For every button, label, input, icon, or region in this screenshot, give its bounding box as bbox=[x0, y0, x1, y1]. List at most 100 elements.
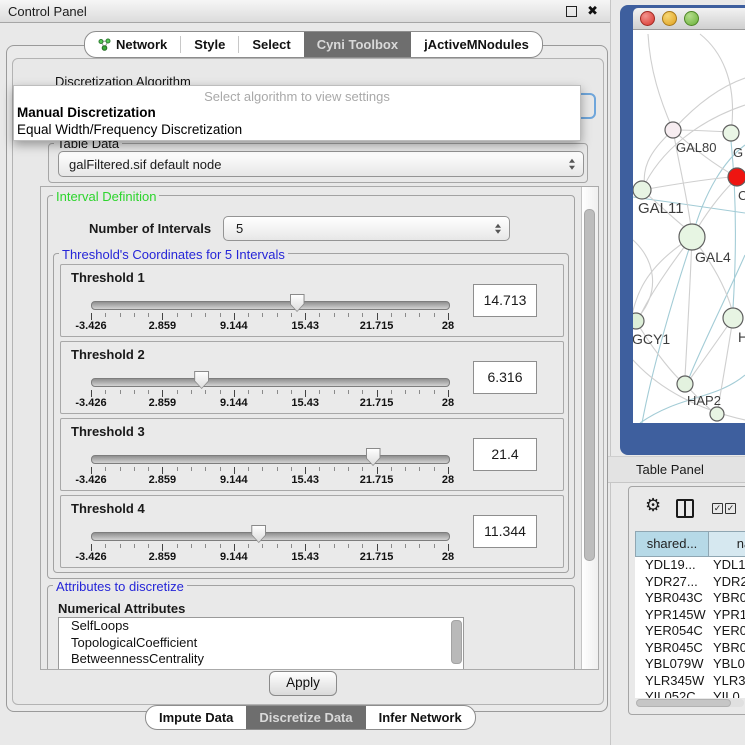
network-node-c[interactable] bbox=[728, 168, 745, 186]
table-panel-title: Table Panel bbox=[636, 462, 704, 477]
tab-cyni-toolbox[interactable]: Cyni Toolbox bbox=[304, 32, 411, 57]
checkbox-icon[interactable]: ✓ bbox=[712, 503, 723, 514]
table-row[interactable]: YLR345WYLR3 bbox=[635, 673, 745, 690]
tick-mark bbox=[405, 544, 406, 548]
table-row[interactable]: YPR145WYPR1 bbox=[635, 607, 745, 624]
tick-label: 9.144 bbox=[220, 320, 248, 332]
tick-mark bbox=[162, 467, 163, 474]
threshold-value-field[interactable]: 6.316 bbox=[473, 361, 537, 394]
gear-icon[interactable]: ⚙ bbox=[645, 495, 661, 515]
tick-mark bbox=[248, 313, 249, 317]
tick-label: 28 bbox=[442, 551, 454, 563]
number-of-intervals-combobox[interactable]: 5 bbox=[223, 216, 510, 241]
network-view-window: GAL80GCGAL11GAL4GCY1HHAP2 bbox=[620, 5, 745, 455]
tick-mark bbox=[248, 467, 249, 471]
tick-mark bbox=[305, 544, 306, 551]
network-node-gal80[interactable] bbox=[665, 122, 681, 138]
slider-track[interactable] bbox=[91, 455, 450, 464]
attribute-list-item[interactable]: TopologicalCoefficient bbox=[59, 635, 463, 652]
node-table[interactable]: YDL19...YDL1YDR27...YDR2YBR043CYBR0YPR14… bbox=[635, 557, 745, 698]
numerical-attributes-list[interactable]: SelfLoopsTopologicalCoefficientBetweenne… bbox=[58, 617, 464, 670]
list-scrollbar[interactable] bbox=[451, 620, 462, 664]
network-node-gcy1[interactable] bbox=[633, 313, 644, 329]
tab-jactivemnodules[interactable]: jActiveMNodules bbox=[411, 32, 542, 57]
threshold-value-field[interactable]: 11.344 bbox=[473, 515, 537, 548]
tab-network[interactable]: Network bbox=[85, 32, 180, 57]
tick-mark bbox=[105, 467, 106, 471]
tick-mark bbox=[419, 544, 420, 548]
table-data-combobox[interactable]: galFiltered.sif default node bbox=[58, 151, 584, 177]
tick-mark bbox=[148, 467, 149, 471]
table-row[interactable]: YBR043CYBR0 bbox=[635, 590, 745, 607]
tab-infer-network[interactable]: Infer Network bbox=[366, 706, 475, 729]
tick-mark bbox=[291, 313, 292, 317]
tick-mark bbox=[277, 390, 278, 394]
dropdown-option-manual-discretization[interactable]: Manual Discretization bbox=[14, 104, 580, 121]
network-node-gal11[interactable] bbox=[633, 181, 651, 199]
tab-style[interactable]: Style bbox=[181, 32, 238, 57]
checkbox-icon[interactable]: ✓ bbox=[725, 503, 736, 514]
slider-tick-labels: -3.4262.8599.14415.4321.71528 bbox=[91, 551, 448, 563]
table-row[interactable]: YIL052CYIL0 bbox=[635, 689, 745, 698]
tick-mark bbox=[220, 390, 221, 394]
table-horizontal-scrollbar[interactable] bbox=[636, 699, 744, 707]
network-icon bbox=[98, 38, 111, 51]
tick-label: 28 bbox=[442, 320, 454, 332]
tab-discretize-data[interactable]: Discretize Data bbox=[246, 706, 365, 729]
tick-mark bbox=[377, 390, 378, 397]
split-view-icon[interactable] bbox=[676, 499, 694, 518]
window-title: Control Panel bbox=[8, 4, 87, 19]
table-row[interactable]: YER054CYER0 bbox=[635, 623, 745, 640]
table-row[interactable]: YBR045CYBR0 bbox=[635, 640, 745, 657]
tick-mark bbox=[148, 544, 149, 548]
tick-label: 21.715 bbox=[360, 551, 394, 563]
minimize-traffic-light-icon[interactable] bbox=[662, 11, 677, 26]
threshold-value-field[interactable]: 14.713 bbox=[473, 284, 537, 317]
tick-mark bbox=[177, 390, 178, 394]
network-node-hap2[interactable] bbox=[677, 376, 693, 392]
stepper-arrows-icon[interactable] bbox=[569, 159, 575, 170]
tab-label: Impute Data bbox=[159, 710, 233, 725]
threshold-label: Threshold 3 bbox=[71, 424, 145, 439]
tab-select[interactable]: Select bbox=[239, 32, 303, 57]
network-node[interactable] bbox=[710, 407, 724, 421]
close-icon[interactable]: ✖ bbox=[587, 2, 598, 20]
tick-mark bbox=[405, 467, 406, 471]
close-traffic-light-icon[interactable] bbox=[640, 11, 655, 26]
tab-impute-data[interactable]: Impute Data bbox=[146, 706, 246, 729]
slider-track[interactable] bbox=[91, 378, 450, 387]
zoom-traffic-light-icon[interactable] bbox=[684, 11, 699, 26]
network-node-gal4[interactable] bbox=[679, 224, 705, 250]
slider-track[interactable] bbox=[91, 532, 450, 541]
attribute-list-item[interactable]: SelfLoops bbox=[59, 618, 463, 635]
tick-mark bbox=[234, 467, 235, 474]
attribute-list-item[interactable]: BetweennessCentrality bbox=[59, 651, 463, 668]
float-window-icon[interactable] bbox=[566, 6, 577, 17]
tick-mark bbox=[177, 544, 178, 548]
settings-scrollbar-track[interactable] bbox=[581, 187, 598, 669]
network-canvas[interactable]: GAL80GCGAL11GAL4GCY1HHAP2 bbox=[633, 30, 745, 423]
dropdown-option-equal-width-frequency[interactable]: Equal Width/Frequency Discretization bbox=[14, 121, 580, 138]
apply-button[interactable]: Apply bbox=[269, 671, 337, 696]
table-row[interactable]: YBL079WYBL0 bbox=[635, 656, 745, 673]
tick-mark bbox=[348, 390, 349, 394]
table-row[interactable]: YDL19...YDL1 bbox=[635, 557, 745, 574]
column-header-shared[interactable]: shared... bbox=[635, 531, 709, 557]
threshold-value-field[interactable]: 21.4 bbox=[473, 438, 537, 471]
table-row[interactable]: YDR27...YDR2 bbox=[635, 574, 745, 591]
tick-label: 15.43 bbox=[291, 320, 319, 332]
tick-mark bbox=[362, 313, 363, 317]
interval-definition-title: Interval Definition bbox=[53, 189, 159, 204]
stepper-arrows-icon[interactable] bbox=[495, 223, 501, 234]
tick-mark bbox=[434, 467, 435, 471]
tick-mark bbox=[419, 390, 420, 394]
table-scrollbar-thumb[interactable] bbox=[636, 699, 731, 707]
cell-name: YBL0 bbox=[713, 656, 745, 671]
column-header-name[interactable]: na bbox=[708, 531, 745, 557]
screen: Control Panel ✖ NetworkStyleSelectCyni T… bbox=[0, 0, 745, 745]
tick-mark bbox=[220, 467, 221, 471]
network-node-g[interactable] bbox=[723, 125, 739, 141]
settings-scrollbar-thumb[interactable] bbox=[584, 209, 595, 561]
slider-track[interactable] bbox=[91, 301, 450, 310]
network-node-h[interactable] bbox=[723, 308, 743, 328]
